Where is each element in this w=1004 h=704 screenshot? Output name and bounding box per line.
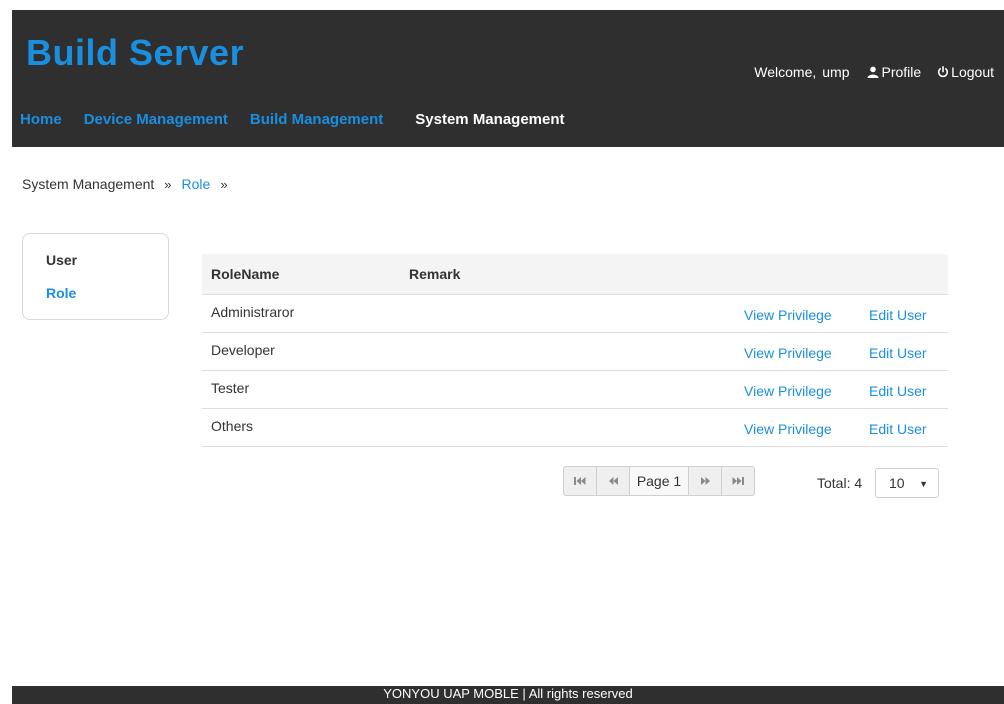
first-page-icon	[574, 477, 586, 485]
rewind-icon	[608, 477, 618, 485]
edit-user-link[interactable]: Edit User	[869, 421, 927, 437]
table-row: Developer View Privilege Edit User	[202, 333, 948, 371]
prev-page-button[interactable]	[596, 466, 630, 496]
view-privilege-link[interactable]: View Privilege	[744, 421, 832, 437]
role-name: Tester	[211, 380, 250, 396]
user-icon	[867, 66, 879, 78]
edit-user-link[interactable]: Edit User	[869, 307, 927, 323]
role-name: Administraror	[211, 304, 295, 320]
brand-title: Build Server	[26, 32, 245, 73]
last-page-button[interactable]	[721, 466, 755, 496]
power-icon	[938, 66, 949, 78]
edit-user-link[interactable]: Edit User	[869, 345, 927, 361]
next-page-button[interactable]	[688, 466, 722, 496]
view-privilege-link[interactable]: View Privilege	[744, 383, 832, 399]
side-menu: User Role	[22, 233, 169, 320]
column-header-rolename: RoleName	[211, 266, 280, 282]
table-row: Others View Privilege Edit User	[202, 409, 948, 447]
first-page-button[interactable]	[563, 466, 597, 496]
total-count: Total: 4	[817, 475, 863, 491]
page-size-value: 10	[889, 475, 905, 491]
nav-device-management[interactable]: Device Management	[84, 111, 228, 128]
logout-label: Logout	[951, 64, 994, 80]
page-size-select[interactable]: 10 ▼	[875, 468, 939, 498]
welcome-text: Welcome,	[754, 64, 817, 80]
nav-build-management[interactable]: Build Management	[250, 111, 383, 128]
breadcrumb-separator: »	[220, 176, 228, 192]
breadcrumb: System Management » Role »	[22, 176, 238, 192]
main-nav: Home Device Management Build Management …	[20, 111, 587, 128]
view-privilege-link[interactable]: View Privilege	[744, 307, 832, 323]
table-row: Administraror View Privilege Edit User	[202, 295, 948, 333]
view-privilege-link[interactable]: View Privilege	[744, 345, 832, 361]
nav-system-management[interactable]: System Management	[415, 111, 564, 128]
profile-link[interactable]: Profile	[867, 64, 921, 80]
nav-home[interactable]: Home	[20, 111, 62, 128]
table-header: RoleName Remark	[202, 254, 948, 295]
profile-label: Profile	[881, 64, 922, 80]
role-name: Others	[211, 418, 254, 434]
fast-forward-icon	[700, 477, 710, 485]
footer: YONYOU UAP MOBLE | All rights reserved	[12, 686, 1004, 704]
breadcrumb-separator: »	[164, 176, 172, 192]
page-indicator: Page 1	[629, 466, 689, 496]
breadcrumb-root[interactable]: System Management	[22, 176, 154, 192]
user-bar: Welcome, ump Profile Logout	[754, 64, 994, 80]
table-row: Tester View Privilege Edit User	[202, 371, 948, 409]
app-header: Build Server Welcome, ump Profile Logout…	[12, 10, 1004, 147]
column-header-remark: Remark	[409, 266, 461, 282]
edit-user-link[interactable]: Edit User	[869, 383, 927, 399]
role-table: RoleName Remark Administraror View Privi…	[202, 254, 948, 447]
last-page-icon	[732, 477, 744, 485]
caret-down-icon: ▼	[919, 479, 928, 489]
sidebar-item-user[interactable]: User	[46, 252, 77, 268]
footer-text: YONYOU UAP MOBLE | All rights reserved	[383, 686, 633, 701]
username: ump	[822, 64, 850, 80]
role-name: Developer	[211, 342, 275, 358]
breadcrumb-role[interactable]: Role	[182, 176, 211, 192]
logout-link[interactable]: Logout	[937, 64, 994, 80]
pagination: Page 1	[563, 466, 755, 496]
sidebar-item-role[interactable]: Role	[46, 285, 76, 301]
